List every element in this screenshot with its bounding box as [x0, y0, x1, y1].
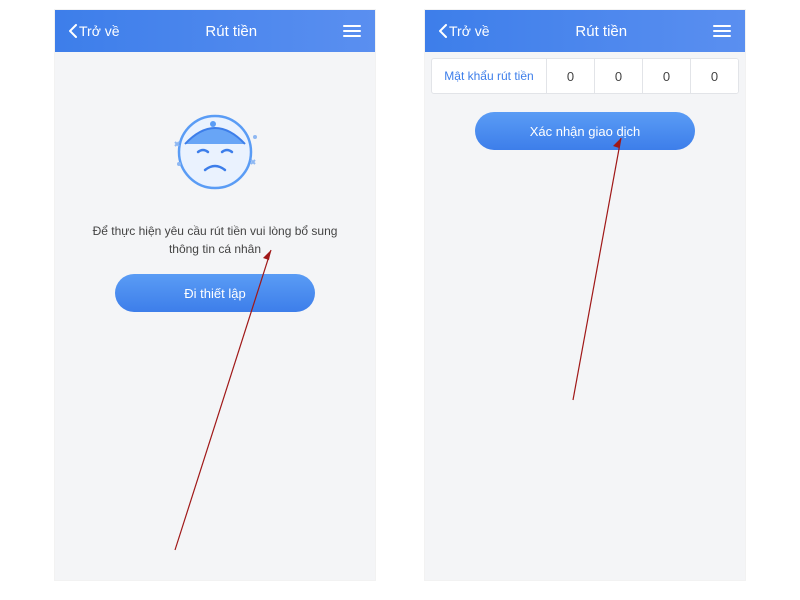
password-digit-1[interactable] — [547, 59, 595, 93]
menu-icon — [713, 25, 731, 27]
phone-screen-2: Trở về Rút tiền Mật khẩu rút tiền Xác nh… — [425, 10, 745, 580]
sad-face-icon — [165, 102, 265, 202]
menu-button[interactable] — [343, 25, 361, 37]
page-title: Rút tiền — [205, 23, 257, 40]
back-button[interactable]: Trở về — [69, 23, 120, 39]
info-message: Để thực hiện yêu cầu rút tiền vui lòng b… — [75, 222, 355, 258]
phone-screen-1: Trở về Rút tiền Để thực hiệ — [55, 10, 375, 580]
password-row: Mật khẩu rút tiền — [431, 58, 739, 94]
content-area: Để thực hiện yêu cầu rút tiền vui lòng b… — [55, 52, 375, 312]
password-digit-3[interactable] — [643, 59, 691, 93]
back-button[interactable]: Trở về — [439, 23, 490, 39]
back-label: Trở về — [449, 23, 490, 39]
password-digit-4[interactable] — [691, 59, 738, 93]
page-title: Rút tiền — [575, 23, 627, 40]
menu-icon — [343, 25, 361, 27]
chevron-left-icon — [439, 24, 447, 38]
setup-button[interactable]: Đi thiết lập — [115, 274, 315, 312]
confirm-button[interactable]: Xác nhận giao dịch — [475, 112, 695, 150]
password-label: Mật khẩu rút tiền — [432, 59, 547, 93]
password-digit-2[interactable] — [595, 59, 643, 93]
annotation-arrow — [565, 130, 645, 415]
chevron-left-icon — [69, 24, 77, 38]
back-label: Trở về — [79, 23, 120, 39]
app-header: Trở về Rút tiền — [55, 10, 375, 52]
menu-button[interactable] — [713, 25, 731, 37]
app-header: Trở về Rút tiền — [425, 10, 745, 52]
